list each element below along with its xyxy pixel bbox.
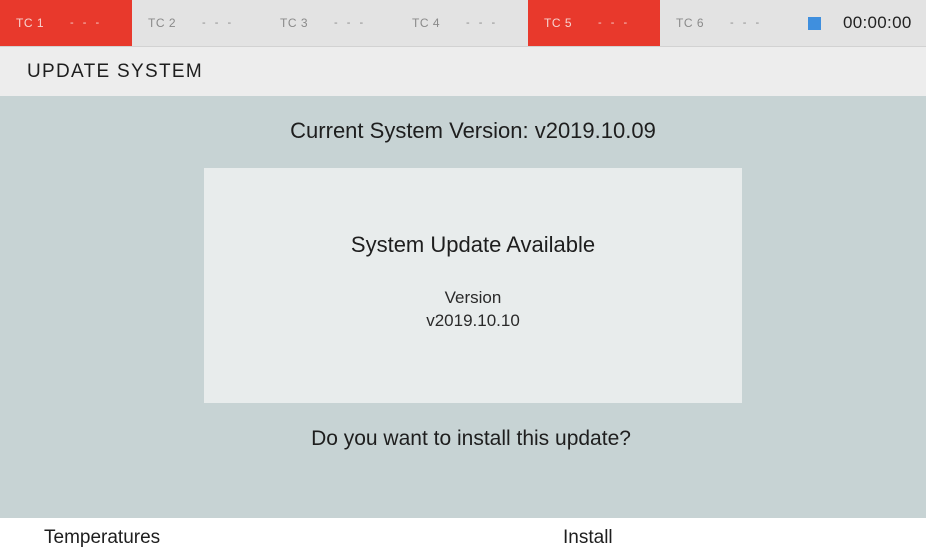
install-button[interactable]: Install — [563, 518, 613, 558]
page-header: UPDATE SYSTEM — [0, 46, 926, 96]
tc-value: - - - — [466, 17, 499, 29]
update-panel: Current System Version: v2019.10.09 Syst… — [0, 96, 926, 518]
tc-label: TC 3 — [280, 16, 309, 30]
elapsed-timer: 00:00:00 — [843, 13, 912, 32]
temperatures-button[interactable]: Temperatures — [44, 518, 160, 558]
footer-bar: Temperatures Install — [0, 518, 926, 558]
tc-label: TC 1 — [16, 16, 45, 30]
tc-value: - - - — [334, 17, 367, 29]
status-area: 00:00:00 — [792, 0, 926, 46]
tc-label: TC 5 — [544, 16, 573, 30]
tc-cell-6[interactable]: TC 6 - - - — [660, 0, 792, 46]
new-version-value: v2019.10.10 — [426, 311, 520, 330]
tc-value: - - - — [202, 17, 235, 29]
page-title: UPDATE SYSTEM — [27, 60, 203, 82]
tc-cell-5[interactable]: TC 5 - - - — [528, 0, 660, 46]
tc-label: TC 6 — [676, 16, 705, 30]
thermocouple-bar: TC 1 - - - TC 2 - - - TC 3 - - - TC 4 - … — [0, 0, 926, 46]
tc-value: - - - — [598, 17, 631, 29]
tc-cell-3[interactable]: TC 3 - - - — [264, 0, 396, 46]
update-available-title: System Update Available — [350, 232, 596, 257]
tc-label: TC 4 — [412, 16, 441, 30]
tc-value: - - - — [730, 17, 763, 29]
tc-cell-2[interactable]: TC 2 - - - — [132, 0, 264, 46]
version-label: Version — [444, 288, 502, 307]
tc-cell-1[interactable]: TC 1 - - - — [0, 0, 132, 46]
tc-label: TC 2 — [148, 16, 177, 30]
tc-cell-4[interactable]: TC 4 - - - — [396, 0, 528, 46]
tc-value: - - - — [70, 17, 103, 29]
status-indicator-icon — [808, 16, 821, 30]
install-prompt: Do you want to install this update? — [311, 427, 631, 450]
update-available-card: System Update Available Version v2019.10… — [204, 168, 742, 403]
current-version-text: Current System Version: v2019.10.09 — [290, 118, 656, 143]
